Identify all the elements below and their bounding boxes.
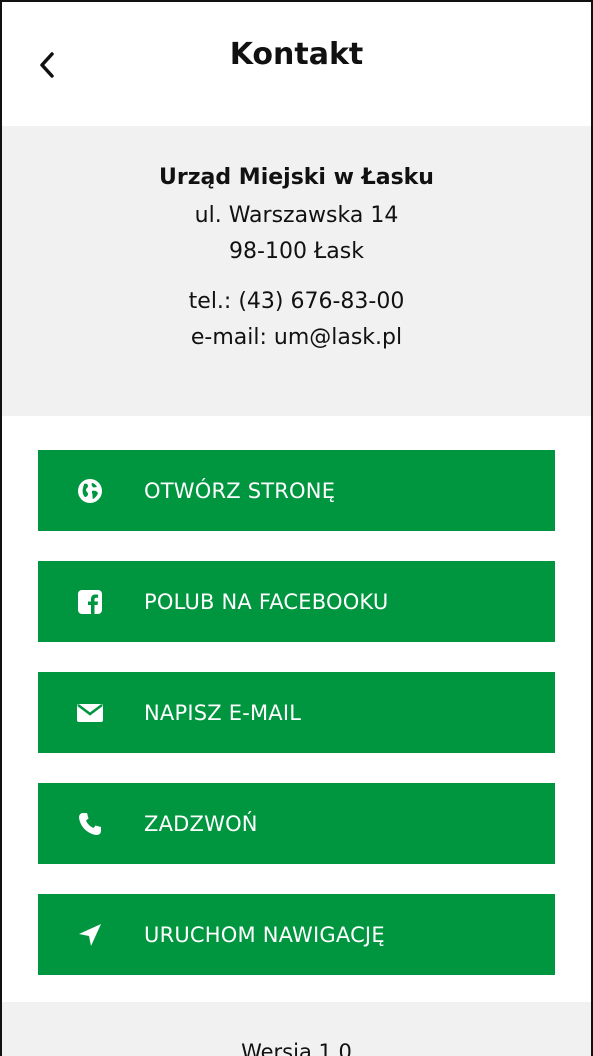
facebook-button[interactable]: POLUB NA FACEBOOKU	[38, 561, 555, 642]
write-email-label: NAPISZ E-MAIL	[144, 700, 302, 725]
action-buttons: OTWÓRZ STRONĘ POLUB NA FACEBOOKU NAPISZ …	[2, 416, 591, 975]
version-footer: Wersja 1.0	[2, 1002, 591, 1056]
globe-icon	[76, 477, 104, 505]
write-email-button[interactable]: NAPISZ E-MAIL	[38, 672, 555, 753]
facebook-label: POLUB NA FACEBOOKU	[144, 589, 389, 614]
contact-info-panel: Urząd Miejski w Łasku ul. Warszawska 14 …	[2, 126, 591, 416]
phone-number: tel.: (43) 676-83-00	[188, 289, 405, 314]
start-navigation-label: URUCHOM NAWIGACJĘ	[144, 922, 385, 947]
phone-icon	[76, 810, 104, 838]
postal-city: 98-100 Łask	[229, 239, 364, 264]
call-label: ZADZWOŃ	[144, 811, 258, 836]
call-button[interactable]: ZADZWOŃ	[38, 783, 555, 864]
open-website-label: OTWÓRZ STRONĘ	[144, 478, 336, 503]
street-address: ul. Warszawska 14	[194, 203, 399, 228]
open-website-button[interactable]: OTWÓRZ STRONĘ	[38, 450, 555, 531]
version-text: Wersja 1.0	[241, 1040, 352, 1056]
email-address: e-mail: um@lask.pl	[190, 325, 403, 350]
facebook-icon	[76, 588, 104, 616]
office-name: Urząd Miejski w Łasku	[159, 165, 434, 190]
contact-screen: Kontakt Urząd Miejski w Łasku ul. Warsza…	[0, 0, 593, 1056]
chevron-left-icon	[40, 52, 54, 78]
back-button[interactable]	[32, 50, 62, 80]
page-title: Kontakt	[229, 36, 364, 72]
envelope-icon	[76, 699, 104, 727]
start-navigation-button[interactable]: URUCHOM NAWIGACJĘ	[38, 894, 555, 975]
app-header: Kontakt	[2, 2, 591, 126]
location-arrow-icon	[76, 921, 104, 949]
